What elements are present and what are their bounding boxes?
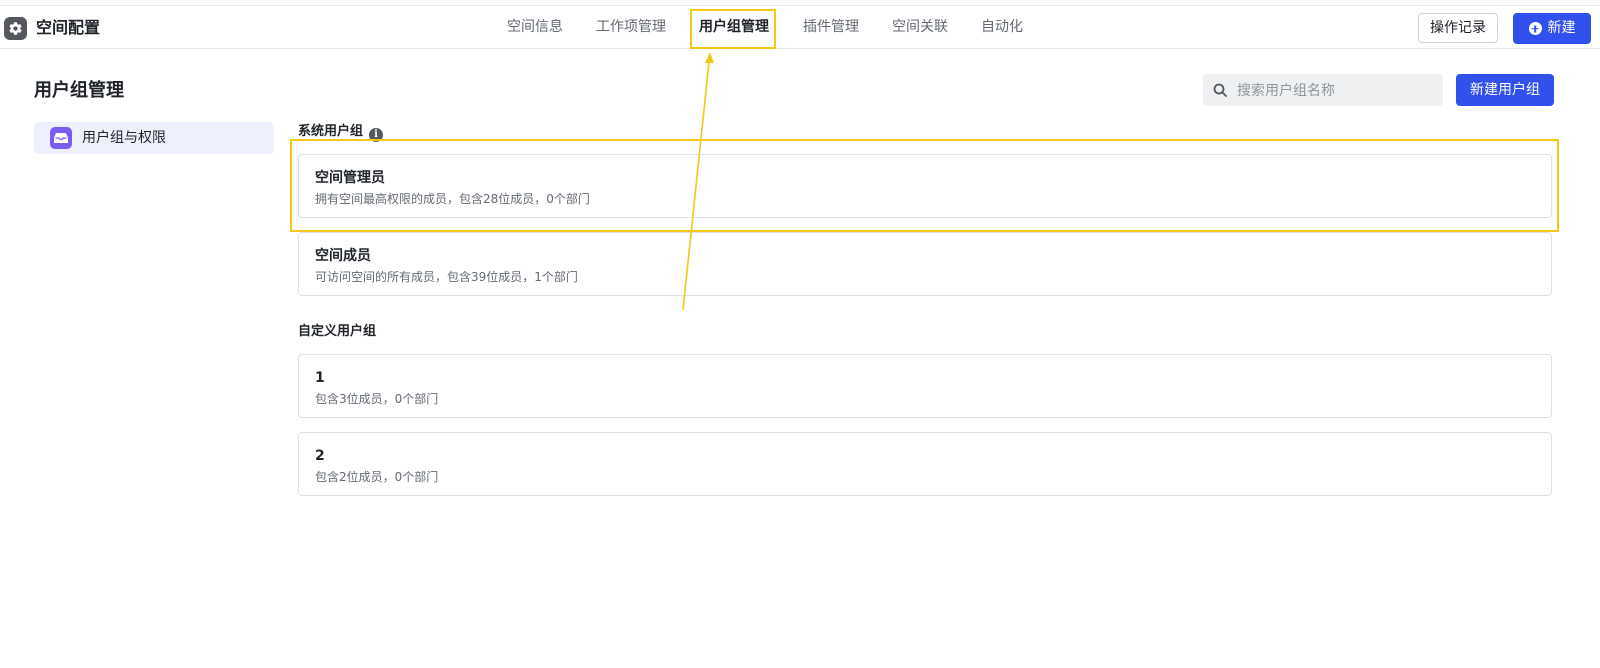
- search-box: [1203, 74, 1443, 108]
- info-icon[interactable]: i: [369, 128, 384, 142]
- system-groups-title: 系统用户组: [298, 124, 364, 139]
- inbox-icon: [50, 127, 72, 149]
- new-button-label: 新建: [1547, 20, 1576, 36]
- create-group-button[interactable]: 新建用户组: [1456, 74, 1554, 106]
- group-card-custom-1[interactable]: 1 包含3位成员，0个部门: [298, 354, 1552, 418]
- group-name: 空间管理员: [315, 170, 385, 186]
- tab-space-link[interactable]: 空间关联: [892, 16, 948, 38]
- history-button[interactable]: 操作记录: [1418, 13, 1498, 43]
- plus-circle-icon: [1528, 22, 1542, 35]
- search-input[interactable]: [1235, 74, 1439, 108]
- tab-automation[interactable]: 自动化: [981, 16, 1023, 38]
- group-card-custom-2[interactable]: 2 包含2位成员，0个部门: [298, 432, 1552, 496]
- group-desc: 包含2位成员，0个部门: [315, 470, 439, 484]
- group-card-space-member[interactable]: 空间成员 可访问空间的所有成员，包含39位成员，1个部门: [298, 232, 1552, 296]
- sidebar-item-group-permissions[interactable]: 用户组与权限: [34, 122, 274, 154]
- page-title: 用户组管理: [34, 80, 124, 101]
- top-bar: 空间配置 空间信息 工作项管理 用户组管理 插件管理 空间关联 自动化 操作记录…: [0, 5, 1600, 49]
- new-button[interactable]: 新建: [1513, 13, 1591, 44]
- system-groups-label: 系统用户组 i: [298, 122, 384, 142]
- app-title: 空间配置: [36, 18, 101, 37]
- search-icon: [1213, 83, 1227, 97]
- group-name: 空间成员: [315, 248, 371, 264]
- tab-user-group[interactable]: 用户组管理: [699, 16, 769, 38]
- group-name: 1: [315, 370, 325, 386]
- group-desc: 包含3位成员，0个部门: [315, 392, 439, 406]
- tab-space-info[interactable]: 空间信息: [507, 16, 563, 38]
- group-name: 2: [315, 448, 325, 464]
- custom-groups-label: 自定义用户组: [298, 324, 377, 339]
- tab-work-item[interactable]: 工作项管理: [596, 16, 666, 38]
- sidebar-item-label: 用户组与权限: [82, 130, 166, 146]
- group-desc: 可访问空间的所有成员，包含39位成员，1个部门: [315, 270, 578, 284]
- tab-plugins[interactable]: 插件管理: [803, 16, 859, 38]
- gear-icon: [4, 17, 27, 40]
- group-card-space-admin[interactable]: 空间管理员 拥有空间最高权限的成员，包含28位成员，0个部门: [298, 154, 1552, 218]
- group-desc: 拥有空间最高权限的成员，包含28位成员，0个部门: [315, 192, 590, 206]
